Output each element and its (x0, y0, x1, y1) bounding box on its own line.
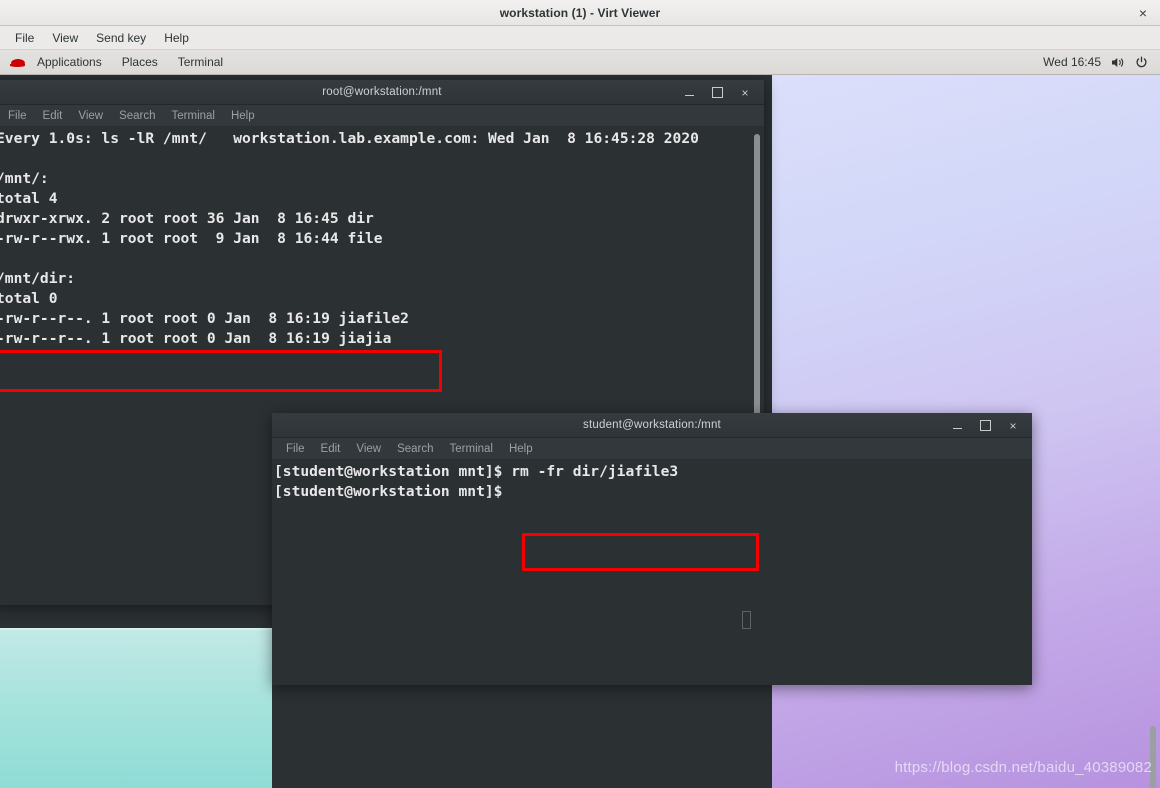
terminal2-title: student@workstation:/mnt (583, 419, 721, 431)
minimize-icon[interactable] (944, 415, 970, 437)
panel-item-terminal[interactable]: Terminal (168, 53, 233, 71)
panel-item-places[interactable]: Places (112, 53, 168, 71)
gnome-panel-right: Wed 16:45 (1043, 55, 1152, 69)
gnome-top-panel: Applications Places Terminal Wed 16:45 (0, 50, 1160, 75)
gnome-panel-left: Applications Places Terminal (8, 53, 233, 71)
terminal1-title: root@workstation:/mnt (322, 86, 442, 98)
desktop-edge-scrollbar[interactable] (1150, 726, 1156, 788)
wallpaper-teal-region (0, 628, 272, 788)
minimize-icon[interactable] (676, 82, 702, 104)
close-icon[interactable]: × (1000, 415, 1026, 437)
power-icon[interactable] (1135, 56, 1148, 69)
terminal1-menubar: File Edit View Search Terminal Help (0, 105, 764, 127)
menu-item-file[interactable]: File (6, 28, 43, 48)
virt-viewer-titlebar: workstation (1) - Virt Viewer × (0, 0, 1160, 26)
terminal2-menu-edit[interactable]: Edit (313, 441, 349, 457)
terminal2-text-cursor (742, 611, 751, 629)
close-icon[interactable]: × (732, 82, 758, 104)
terminal2-menu-file[interactable]: File (278, 441, 313, 457)
panel-clock[interactable]: Wed 16:45 (1043, 55, 1101, 69)
terminal1-menu-view[interactable]: View (70, 108, 111, 124)
terminal1-menu-search[interactable]: Search (111, 108, 163, 124)
terminal2-titlebar[interactable]: student@workstation:/mnt × (272, 413, 1032, 438)
terminal2-menu-help[interactable]: Help (501, 441, 541, 457)
terminal1-menu-terminal[interactable]: Terminal (164, 108, 223, 124)
menu-item-help[interactable]: Help (155, 28, 198, 48)
terminal2-window-buttons: × (944, 413, 1026, 438)
terminal1-menu-help[interactable]: Help (223, 108, 263, 124)
terminal2-menu-terminal[interactable]: Terminal (442, 441, 501, 457)
close-icon[interactable]: × (1135, 4, 1151, 22)
maximize-icon[interactable] (972, 415, 998, 437)
terminal1-window-buttons: × (676, 80, 758, 105)
window-title: workstation (1) - Virt Viewer (499, 5, 661, 20)
menu-item-send-key[interactable]: Send key (87, 28, 155, 48)
redhat-logo-icon (10, 56, 26, 68)
desktop-area: root@workstation:/mnt × File Edit View S… (0, 75, 1160, 788)
virt-viewer-menubar: File View Send key Help (0, 26, 1160, 50)
menu-item-view[interactable]: View (43, 28, 87, 48)
terminal-window-student[interactable]: student@workstation:/mnt × File Edit Vie… (272, 413, 1032, 685)
terminal2-menubar: File Edit View Search Terminal Help (272, 438, 1032, 460)
terminal1-titlebar[interactable]: root@workstation:/mnt × (0, 80, 764, 105)
panel-item-applications[interactable]: Applications (27, 53, 112, 71)
maximize-icon[interactable] (704, 82, 730, 104)
terminal2-menu-search[interactable]: Search (389, 441, 441, 457)
terminal1-menu-edit[interactable]: Edit (35, 108, 71, 124)
terminal2-output[interactable]: [student@workstation mnt]$ rm -fr dir/ji… (272, 460, 1032, 685)
terminal2-menu-view[interactable]: View (348, 441, 389, 457)
volume-icon[interactable] (1111, 56, 1125, 69)
terminal1-menu-file[interactable]: File (0, 108, 35, 124)
